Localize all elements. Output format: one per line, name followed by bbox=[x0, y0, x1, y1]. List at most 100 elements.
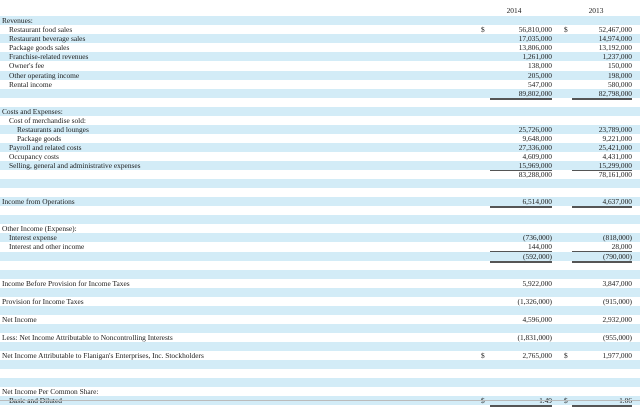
statement-row bbox=[0, 305, 640, 315]
statement-row: Provision for Income Taxes (1,326,000) (91… bbox=[0, 296, 640, 308]
row-label: Occupancy costs bbox=[9, 151, 59, 161]
statement-row bbox=[0, 215, 640, 225]
statement-row bbox=[0, 323, 640, 333]
statement-row: Package goods sales 13,806,000 13,192,000 bbox=[0, 43, 640, 52]
statement-row bbox=[0, 188, 640, 197]
value-2013: 4,431,000 bbox=[602, 151, 632, 161]
statement-row: Interest expense (736,000) (818,000) bbox=[0, 233, 640, 243]
statement-row bbox=[0, 179, 640, 189]
value-2014: 9,648,000 bbox=[522, 133, 552, 143]
row-label: Package goods sales bbox=[9, 43, 70, 53]
year-2014-header: 2014 bbox=[474, 4, 554, 17]
value-2013: 25,421,000 bbox=[598, 142, 632, 152]
statement-row: Revenues: bbox=[0, 16, 640, 26]
income-statement: 2014 2013 Revenues: Restaurant food sales… bbox=[0, 0, 640, 407]
statement-row: Occupancy costs 4,609,000 4,431,000 bbox=[0, 152, 640, 161]
value-2013: 13,192,000 bbox=[598, 43, 632, 53]
row-label: Other Income (Expense): bbox=[2, 224, 77, 234]
value-2014: 56,810,000 bbox=[518, 25, 552, 35]
row-label: Cost of merchandise sold: bbox=[9, 115, 86, 125]
value-2014: 205,000 bbox=[527, 70, 552, 80]
row-label: Interest and other income bbox=[9, 242, 85, 252]
statement-row: Rental income 547,000 580,000 bbox=[0, 79, 640, 90]
row-label: Costs and Expenses: bbox=[2, 106, 63, 116]
statement-row: Net Income Per Common Share: bbox=[0, 387, 640, 396]
statement-row bbox=[0, 261, 640, 270]
statement-row: (592,000) (790,000) bbox=[0, 251, 640, 263]
row-label: Provision for Income Taxes bbox=[2, 296, 84, 306]
statement-row: Other operating income 205,000 198,000 bbox=[0, 70, 640, 80]
value-2013: 150,000 bbox=[607, 61, 632, 71]
statement-row bbox=[0, 269, 640, 279]
row-label: Franchise-related revenues bbox=[9, 52, 89, 62]
value-2013: 3,847,000 bbox=[602, 278, 632, 288]
currency-symbol: $ bbox=[481, 25, 485, 35]
row-label: Restaurant beverage sales bbox=[9, 34, 86, 44]
value-2014: 17,035,000 bbox=[518, 34, 552, 44]
row-label: Net Income bbox=[2, 314, 37, 324]
value-2014: 1.49 bbox=[490, 396, 552, 407]
statement-row: Package goods 9,648,000 9,221,000 bbox=[0, 134, 640, 143]
statement-row: Net Income Attributable to Flanigan's En… bbox=[0, 351, 640, 363]
statement-row bbox=[0, 206, 640, 215]
year-2013-header: 2013 bbox=[556, 4, 636, 17]
value-2013: 2,932,000 bbox=[602, 314, 632, 324]
statement-row bbox=[0, 98, 640, 107]
value-2013: (818,000) bbox=[603, 233, 632, 243]
statement-row: Cost of merchandise sold: bbox=[0, 116, 640, 125]
statement-row: Payroll and related costs 27,336,000 25,42… bbox=[0, 142, 640, 152]
statement-row: Franchise-related revenues 1,261,000 1,237… bbox=[0, 52, 640, 62]
currency-symbol: $ bbox=[564, 25, 568, 35]
row-label: Revenues: bbox=[2, 16, 33, 26]
statement-row bbox=[0, 287, 640, 297]
statement-row bbox=[0, 378, 640, 388]
value-2014: 5,922,000 bbox=[522, 278, 552, 288]
statement-row: Restaurant food sales $ $56,810,000 52,467,… bbox=[0, 25, 640, 34]
column-header-row: 2014 2013 bbox=[0, 4, 640, 17]
value-2014: 4,609,000 bbox=[522, 151, 552, 161]
statement-row bbox=[0, 360, 640, 370]
row-label: Restaurant food sales bbox=[9, 25, 73, 35]
row-label: Payroll and related costs bbox=[9, 142, 82, 152]
row-label: Interest expense bbox=[9, 233, 57, 243]
value-2014: 4,596,000 bbox=[522, 314, 552, 324]
value-2014: 25,726,000 bbox=[518, 124, 552, 134]
row-label: Selling, general and administrative expe… bbox=[9, 161, 141, 171]
row-label: Rental income bbox=[9, 79, 52, 89]
currency-symbol: $ bbox=[481, 351, 485, 361]
bottom-rule bbox=[0, 400, 640, 401]
value-2013: 198,000 bbox=[607, 70, 632, 80]
value-2013: 23,789,000 bbox=[598, 124, 632, 134]
row-label: Income from Operations bbox=[2, 197, 75, 207]
statement-row: Costs and Expenses: bbox=[0, 106, 640, 116]
statement-row: Less: Net Income Attributable to Noncont… bbox=[0, 332, 640, 344]
statement-row bbox=[0, 369, 640, 378]
value-2013: 9,221,000 bbox=[602, 133, 632, 143]
currency-symbol: $ bbox=[564, 351, 568, 361]
row-label: Income Before Provision for Income Taxes bbox=[2, 278, 130, 288]
value-2014: 27,336,000 bbox=[518, 142, 552, 152]
row-label: Package goods bbox=[17, 133, 62, 143]
value-2014: (736,000) bbox=[523, 233, 552, 243]
statement-row bbox=[0, 342, 640, 352]
value-2014: 13,806,000 bbox=[518, 43, 552, 53]
value-2013: 1,237,000 bbox=[602, 52, 632, 62]
statement-row: Other Income (Expense): bbox=[0, 224, 640, 233]
row-label: Other operating income bbox=[9, 70, 80, 80]
row-label: Restaurants and lounges bbox=[17, 124, 89, 134]
statement-row: Income from Operations 6,514,000 4,637,000 bbox=[0, 197, 640, 209]
statement-row: 83,288,000 78,161,000 bbox=[0, 170, 640, 182]
row-label: Net Income Attributable to Flanigan's En… bbox=[2, 351, 204, 361]
value-2014: 138,000 bbox=[527, 61, 552, 71]
row-label: Owner's fee bbox=[9, 61, 45, 71]
value-2013: 14,974,000 bbox=[598, 34, 632, 44]
value-2013: 52,467,000 bbox=[598, 25, 632, 35]
statement-row: Net Income 4,596,000 2,932,000 bbox=[0, 315, 640, 324]
value-2013: 1.06 bbox=[572, 396, 632, 407]
value-2014: 1,261,000 bbox=[522, 52, 552, 62]
statement-row: Interest and other income 144,000 28,000 bbox=[0, 242, 640, 253]
row-label: Net Income Per Common Share: bbox=[2, 387, 99, 397]
statement-row: Selling, general and administrative expe… bbox=[0, 161, 640, 172]
statement-row: Restaurant beverage sales 17,035,000 14,97… bbox=[0, 34, 640, 44]
row-label: Less: Net Income Attributable to Noncont… bbox=[2, 332, 173, 342]
